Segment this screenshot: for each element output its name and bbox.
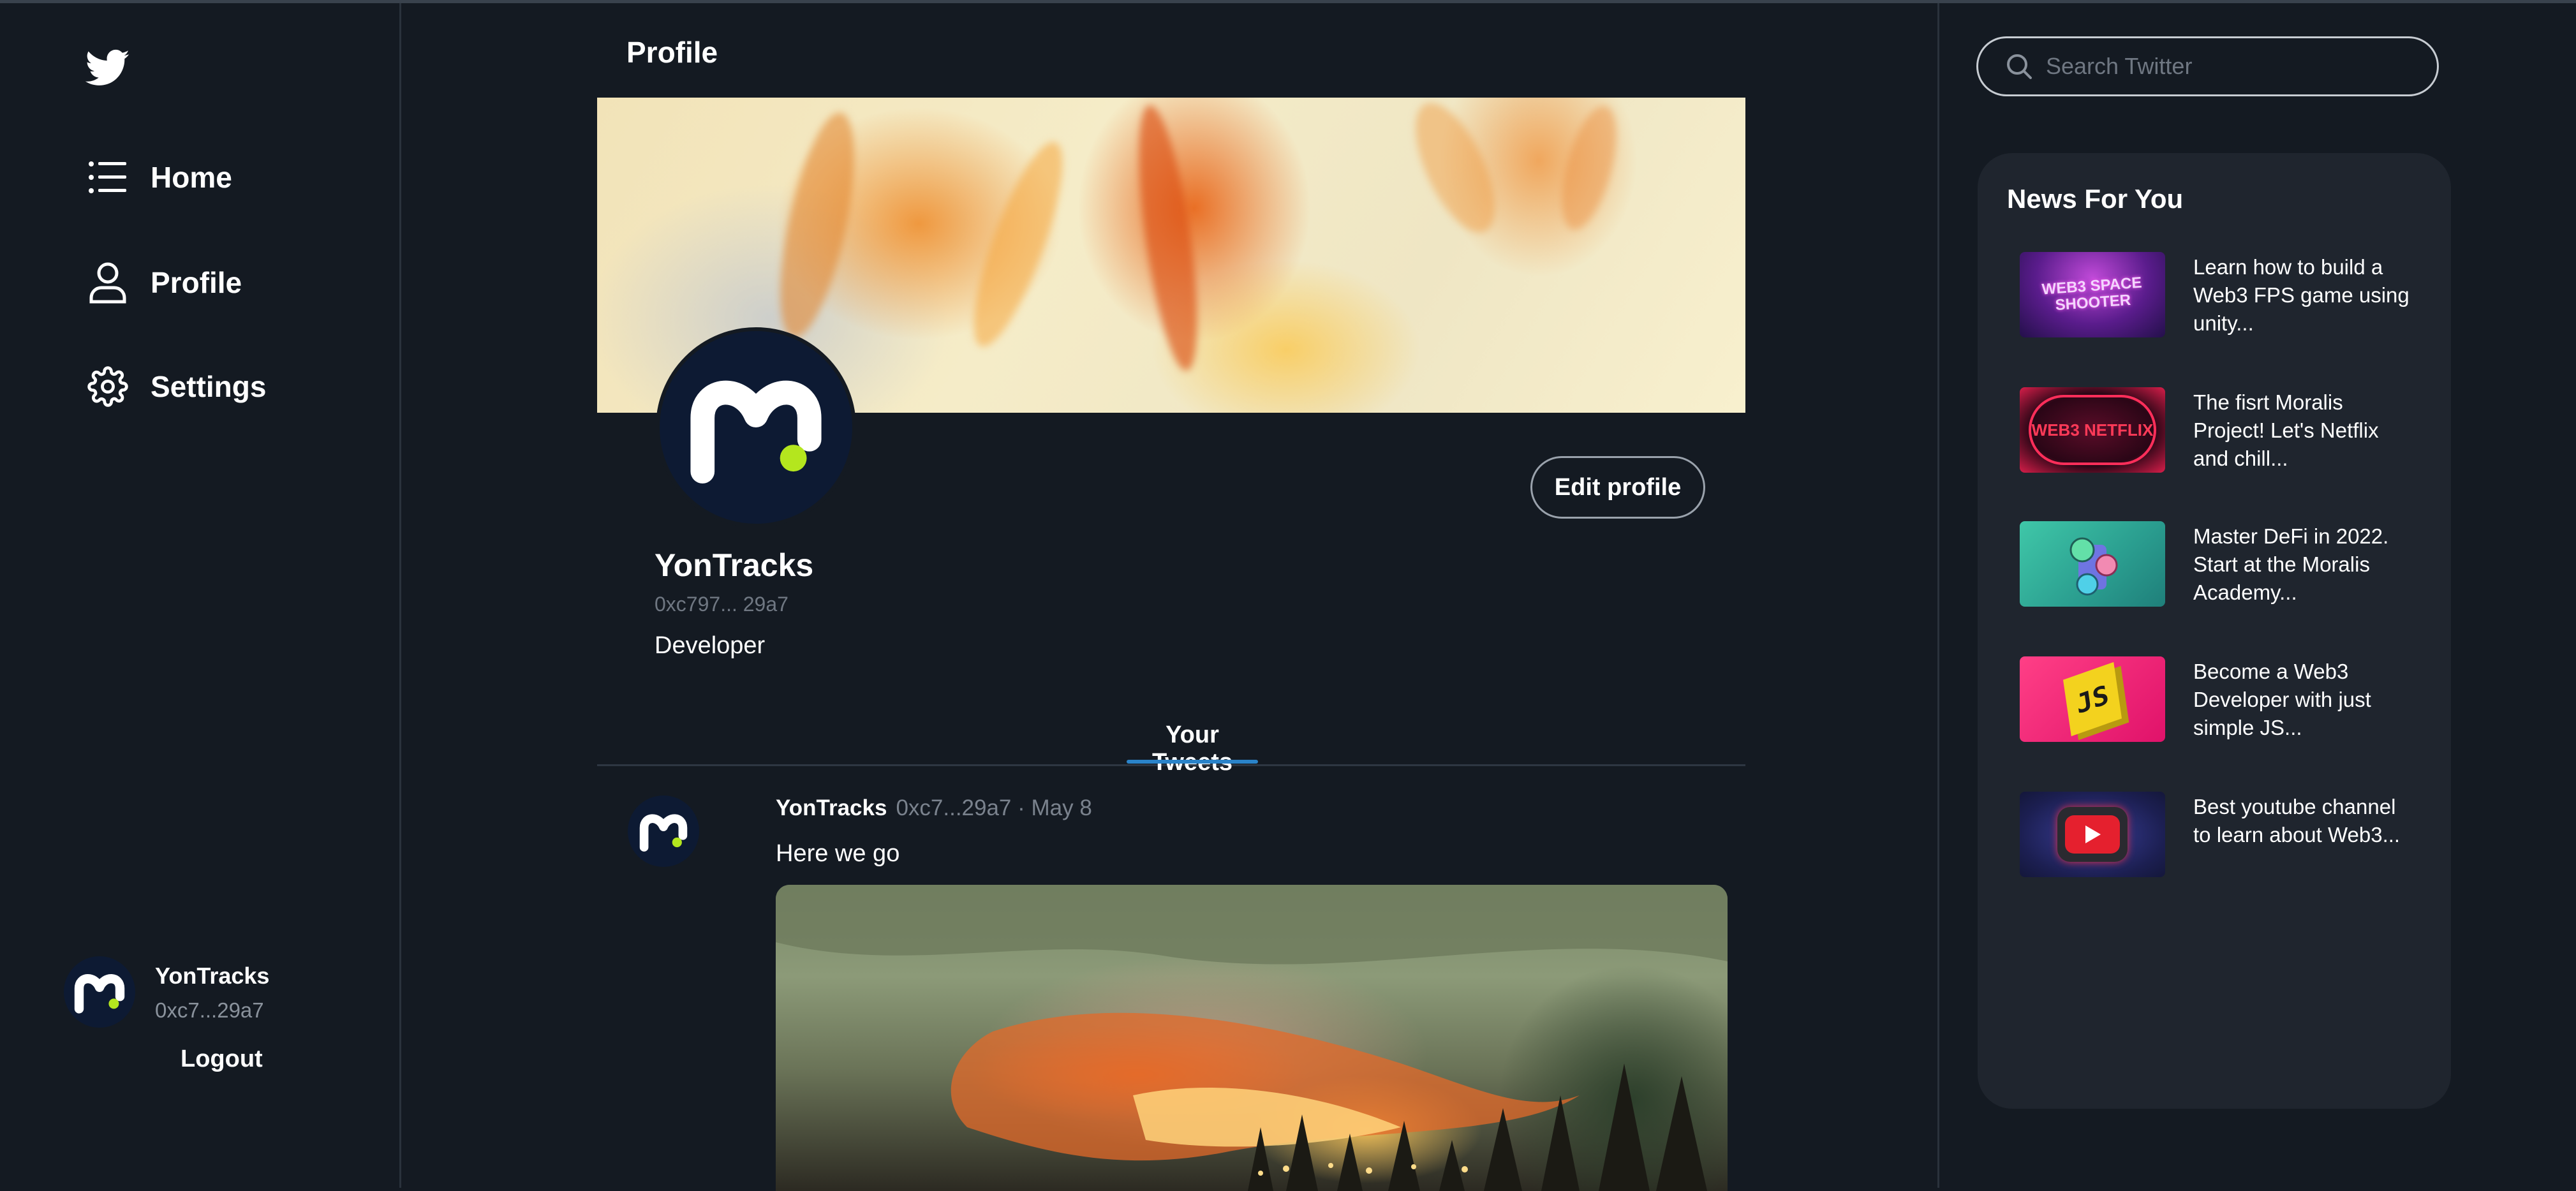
list-icon	[85, 155, 130, 200]
sidebar-item-label: Home	[151, 161, 232, 194]
tweet-meta: 0xc7...29a7 · May 8	[896, 795, 1092, 820]
moralis-logo-icon	[639, 814, 688, 852]
news-thumbnail: JS	[2020, 656, 2165, 742]
news-thumbnail-label: WEB3 SPACE SHOOTER	[2041, 274, 2143, 314]
avatar[interactable]	[628, 795, 699, 867]
news-item-text: The fisrt Moralis Project! Let's Netflix…	[2193, 390, 2379, 470]
gear-icon	[85, 364, 130, 409]
profile-address: 0xc797... 29a7	[655, 593, 788, 616]
tweet-image[interactable]	[776, 885, 1728, 1191]
news-thumbnail: WEB3 NETFLIX	[2020, 387, 2165, 473]
youtube-play-icon	[2065, 815, 2120, 854]
profile-tabs: Your Tweets	[597, 705, 1745, 776]
tab-your-tweets[interactable]: Your Tweets	[1127, 721, 1258, 776]
sidebar-item-profile[interactable]: Profile	[85, 260, 242, 305]
user-icon	[85, 260, 130, 305]
twitter-bird-icon[interactable]	[85, 49, 130, 87]
tweet-author-name[interactable]: YonTracks	[776, 795, 887, 820]
moralis-logo-icon	[74, 974, 125, 1014]
news-item-text: Learn how to build a Web3 FPS game using…	[2193, 255, 2409, 335]
news-thumbnail	[2020, 521, 2165, 607]
news-thumbnail-label: WEB3 NETFLIX	[2031, 420, 2154, 440]
news-item[interactable]: WEB3 NETFLIX The fisrt Moralis Project! …	[2020, 387, 2428, 477]
profile-name: YonTracks	[655, 547, 814, 583]
sidebar-item-home[interactable]: Home	[85, 155, 232, 200]
tweet-header: YonTracks 0xc7...29a7 · May 8	[776, 795, 1092, 821]
page-title: Profile	[626, 36, 718, 69]
search-box[interactable]	[1976, 36, 2439, 96]
news-thumbnail	[2020, 792, 2165, 877]
sidebar-item-settings[interactable]: Settings	[85, 364, 266, 409]
news-thumbnail: WEB3 SPACE SHOOTER	[2020, 252, 2165, 337]
defi-coins-icon	[2069, 537, 2118, 596]
news-item[interactable]: Master DeFi in 2022. Start at the Morali…	[2020, 521, 2428, 610]
moralis-logo-icon	[690, 380, 822, 484]
news-item-text: Best youtube channel to learn about Web3…	[2193, 795, 2401, 847]
edit-profile-button[interactable]: Edit profile	[1530, 456, 1705, 519]
news-item-text: Master DeFi in 2022. Start at the Morali…	[2193, 524, 2389, 604]
news-thumbnail-label: JS	[2074, 678, 2111, 720]
tab-active-indicator	[1127, 760, 1258, 764]
news-item[interactable]: JS Become a Web3 Developer with just sim…	[2020, 656, 2428, 746]
tweet-item[interactable]: YonTracks 0xc7...29a7 · May 8 Here we go	[597, 781, 1745, 1191]
search-icon	[2000, 47, 2038, 85]
sidebar-user-address: 0xc7...29a7	[155, 998, 264, 1022]
news-panel: News For You WEB3 SPACE SHOOTER Learn ho…	[1978, 153, 2451, 1109]
sidebar-item-label: Settings	[151, 370, 267, 403]
left-sidebar: Home Profile Settings YonTracks 0xc7...2…	[0, 3, 401, 1188]
tweet-text: Here we go	[776, 840, 900, 867]
news-item[interactable]: Best youtube channel to learn about Web3…	[2020, 792, 2428, 881]
news-item[interactable]: WEB3 SPACE SHOOTER Learn how to build a …	[2020, 252, 2428, 341]
news-item-text: Become a Web3 Developer with just simple…	[2193, 660, 2371, 739]
news-panel-title: News For You	[2007, 184, 2184, 214]
profile-bio: Developer	[655, 632, 766, 659]
main-column: Profile Edit profile YonTracks 0xc797...…	[403, 3, 1939, 1191]
avatar[interactable]	[64, 956, 135, 1028]
profile-avatar	[656, 327, 856, 528]
sidebar-user-card: YonTracks 0xc7...29a7 Logout	[64, 956, 332, 1084]
logout-button[interactable]: Logout	[181, 1046, 263, 1073]
search-input[interactable]	[2046, 53, 2416, 80]
sidebar-item-label: Profile	[151, 266, 242, 299]
sidebar-user-name: YonTracks	[155, 963, 270, 989]
